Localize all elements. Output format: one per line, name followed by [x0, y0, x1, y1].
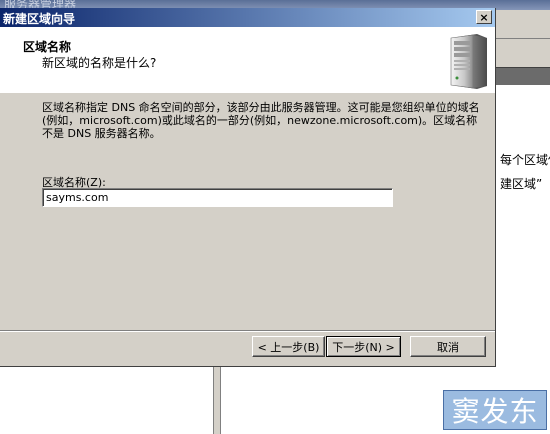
page-title: 区域名称 [23, 40, 72, 54]
dialog-titlebar[interactable]: 新建区域向导 × [0, 8, 495, 27]
wizard-header: 区域名称 新区域的名称是什么? [0, 27, 495, 93]
close-button[interactable]: × [476, 10, 492, 24]
background-content-pane [496, 85, 550, 434]
header-divider [0, 92, 495, 93]
server-tower-icon [450, 34, 487, 89]
back-button[interactable]: < 上一步(B) [252, 336, 325, 357]
dialog-title: 新建区域向导 [3, 12, 76, 26]
background-menubar [496, 10, 550, 39]
cancel-button[interactable]: 取消 [410, 336, 486, 357]
background-toolbar [496, 39, 550, 67]
zone-name-description: 区域名称指定 DNS 命名空间的部分，该部分由此服务器管理。这可能是您组织单位的… [42, 101, 480, 140]
author-watermark: 窦发东 [443, 390, 547, 430]
page-subtitle: 新区域的名称是什么? [42, 56, 157, 70]
next-button[interactable]: 下一步(N) > [326, 336, 401, 357]
close-icon: × [479, 10, 489, 24]
button-divider-highlight [0, 331, 495, 332]
background-splitter[interactable] [213, 367, 221, 434]
new-zone-wizard-dialog: 新建区域向导 × 区域名称 新区域的名称是什么? 区域名称指定 DNS 命名空间… [0, 8, 496, 367]
background-text-line: 每个区域使 [500, 153, 550, 167]
zone-name-input[interactable] [42, 188, 393, 207]
background-pane-header [496, 67, 550, 85]
background-text-line: 建区域” [500, 177, 543, 191]
